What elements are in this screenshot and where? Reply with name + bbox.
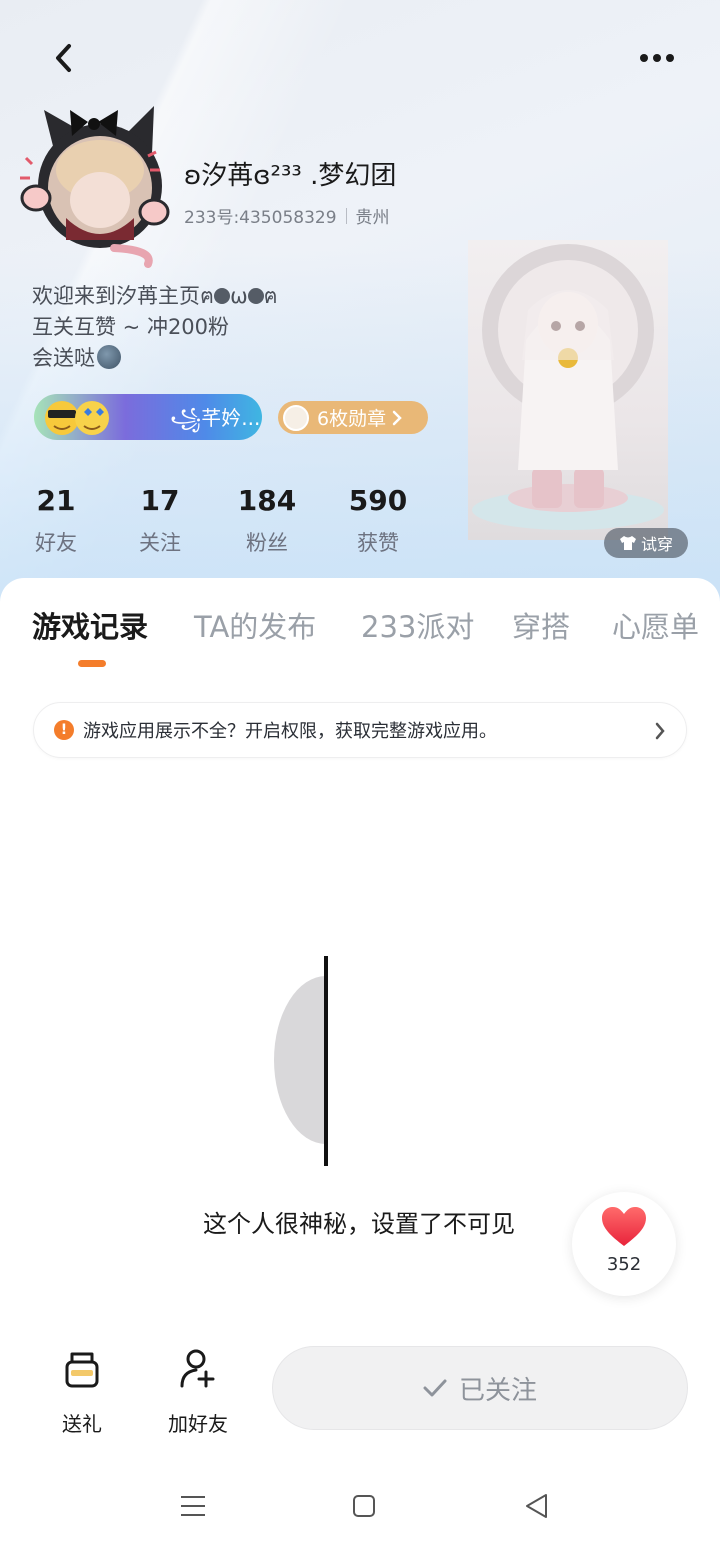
triangle-back-icon: [526, 1494, 547, 1518]
checkmark-icon: [423, 1379, 447, 1397]
system-navigation-bar: [0, 1470, 720, 1549]
stat-following[interactable]: 17 关注: [120, 482, 200, 558]
empty-state-illustration: [274, 956, 328, 1166]
bio-line-3: 会送哒: [32, 343, 278, 374]
group-name: ꧁芊妗...: [170, 406, 261, 430]
nav-back-button[interactable]: [518, 1488, 554, 1524]
tab-game-records[interactable]: 游戏记录: [32, 604, 148, 646]
square-icon: [353, 1495, 375, 1517]
permission-notice[interactable]: ! 游戏应用展示不全？开启权限，获取完整游戏应用。: [33, 702, 687, 758]
gift-button[interactable]: 送礼: [52, 1346, 112, 1437]
heart-icon: [602, 1207, 646, 1246]
emoji-faces-icon: [45, 401, 109, 435]
like-button[interactable]: 352: [572, 1192, 676, 1296]
chevron-right-icon: [392, 410, 402, 425]
notice-text: 游戏应用展示不全？开启权限，获取完整游戏应用。: [83, 721, 497, 742]
home-button[interactable]: [346, 1488, 382, 1524]
tab-active-indicator: [78, 660, 106, 667]
user-meta: 233号:435058329 贵州: [184, 203, 390, 228]
tab-posts[interactable]: TA的发布: [194, 604, 316, 646]
character-figure[interactable]: [468, 240, 668, 540]
medal-label: 6枚勋章: [317, 408, 387, 430]
tab-bar: 游戏记录 TA的发布 233派对 穿搭 心愿单: [0, 604, 720, 674]
warning-icon: !: [54, 720, 74, 740]
tab-233-party[interactable]: 233派对: [361, 604, 474, 646]
avatar[interactable]: [14, 100, 170, 276]
user-id: 233号:435058329: [184, 208, 337, 228]
stat-friends[interactable]: 21 好友: [16, 482, 96, 558]
bio: 欢迎来到汐苒主页ฅ ω ฅ 互关互赞 ~ 冲200粉 会送哒: [32, 281, 278, 374]
add-friend-button[interactable]: 加好友: [160, 1346, 236, 1437]
shirt-icon: [619, 536, 636, 550]
gift-icon: [65, 1352, 99, 1388]
stat-likes[interactable]: 590 获赞: [336, 482, 420, 558]
username: ʚ汐苒ɞ²³³ .梦幻团: [184, 161, 397, 191]
tab-wishlist[interactable]: 心愿单: [612, 604, 699, 646]
more-options-button[interactable]: [632, 40, 682, 76]
medal-avatar-icon: [283, 404, 309, 431]
more-horizontal-icon: [640, 54, 648, 62]
group-badge[interactable]: ꧁芊妗...: [34, 394, 262, 440]
user-location: 贵州: [355, 208, 390, 228]
chevron-left-icon: [56, 44, 71, 72]
bio-line-2: 互关互赞 ~ 冲200粉: [32, 315, 230, 339]
medal-badge[interactable]: 6枚勋章: [278, 401, 428, 434]
follow-label: 已关注: [458, 1375, 537, 1406]
moon-emoji-icon: [97, 345, 121, 369]
menu-icon: [181, 1496, 205, 1516]
try-on-button[interactable]: 试穿: [604, 528, 688, 558]
back-button[interactable]: [44, 38, 84, 78]
stat-fans[interactable]: 184 粉丝: [227, 482, 307, 558]
tab-outfits[interactable]: 穿搭: [512, 604, 570, 646]
add-user-icon: [180, 1349, 215, 1388]
chevron-right-icon: [655, 722, 665, 740]
stats-row: 21 好友 17 关注 184 粉丝 590 获赞: [0, 482, 460, 562]
followed-button[interactable]: 已关注: [272, 1346, 688, 1430]
like-count: 352: [606, 1254, 642, 1275]
bio-line-1: 欢迎来到汐苒主页ฅ ω ฅ: [32, 284, 278, 308]
recent-apps-button[interactable]: [175, 1488, 211, 1524]
